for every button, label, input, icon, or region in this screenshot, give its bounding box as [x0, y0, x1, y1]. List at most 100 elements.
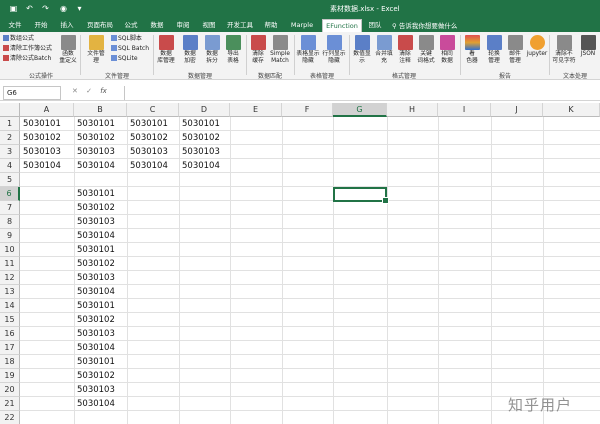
cell-a3[interactable]: 5030103 — [20, 145, 74, 159]
sql-batch-button[interactable]: SQL Batch — [111, 45, 149, 53]
selected-cell-g6[interactable] — [333, 187, 389, 204]
column-header-i[interactable]: I — [438, 103, 491, 117]
simple-match-button[interactable]: Simple Match — [266, 35, 294, 65]
row-header-8[interactable]: 8 — [0, 215, 20, 229]
cell-b3[interactable]: 5030103 — [74, 145, 127, 159]
row-header-13[interactable]: 13 — [0, 285, 20, 299]
cell-d1[interactable]: 5030101 — [179, 117, 230, 131]
redo-icon[interactable]: ↷ — [40, 3, 51, 14]
cell-d4[interactable]: 5030104 — [179, 159, 230, 173]
insert-function-icon[interactable]: fx — [100, 87, 107, 95]
cell-b2[interactable]: 5030102 — [74, 131, 127, 145]
cell-b14[interactable]: 5030101 — [74, 299, 127, 313]
cell-b15[interactable]: 5030102 — [74, 313, 127, 327]
cell-b13[interactable]: 5030104 — [74, 285, 127, 299]
row-header-14[interactable]: 14 — [0, 299, 20, 313]
tab-developer[interactable]: 开发工具 — [224, 19, 256, 32]
row-header-17[interactable]: 17 — [0, 341, 20, 355]
cell-d2[interactable]: 5030102 — [179, 131, 230, 145]
tab-formulas[interactable]: 公式 — [120, 19, 142, 32]
cell-b11[interactable]: 5030102 — [74, 257, 127, 271]
cell-b1[interactable]: 5030101 — [74, 117, 127, 131]
undo-icon[interactable]: ↶ — [24, 3, 35, 14]
tab-insert[interactable]: 插入 — [56, 19, 78, 32]
customize-icon[interactable]: ▾ — [74, 3, 85, 14]
cell-b10[interactable]: 5030101 — [74, 243, 127, 257]
cell-b9[interactable]: 5030104 — [74, 229, 127, 243]
row-header-22[interactable]: 22 — [0, 411, 20, 424]
cell-c3[interactable]: 5030103 — [127, 145, 179, 159]
select-all-corner[interactable] — [0, 103, 20, 117]
tab-home[interactable]: 开始 — [30, 19, 52, 32]
cell-c1[interactable]: 5030101 — [127, 117, 179, 131]
cell-d3[interactable]: 5030103 — [179, 145, 230, 159]
tab-page-layout[interactable]: 页面布局 — [84, 19, 116, 32]
data-encrypt-button[interactable]: 数据 加密 — [178, 35, 202, 65]
tab-efunction[interactable]: EFunction — [322, 19, 362, 32]
worksheet-grid[interactable]: A B C D E F G H I J K 1 2 3 4 5 6 7 8 9 10 11 12 13 1… — [0, 103, 600, 424]
camera-icon[interactable]: ◉ — [58, 3, 69, 14]
column-header-h[interactable]: H — [387, 103, 438, 117]
name-box[interactable]: G6 — [3, 86, 61, 100]
cell-b7[interactable]: 5030102 — [74, 201, 127, 215]
tell-me-search[interactable]: ⚲ 告诉我你想要做什么 — [392, 20, 457, 30]
cell-b18[interactable]: 5030101 — [74, 355, 127, 369]
row-header-12[interactable]: 12 — [0, 271, 20, 285]
sql-script-button[interactable]: SQL脚本 — [111, 35, 142, 43]
json-button[interactable]: JSON — [576, 35, 600, 58]
table-show-hide-button[interactable]: 表格显示 隐藏 — [294, 35, 322, 65]
cell-b12[interactable]: 5030103 — [74, 271, 127, 285]
tab-marple[interactable]: Marple — [287, 19, 317, 32]
row-header-3[interactable]: 3 — [0, 145, 20, 159]
array-formula-button[interactable]: 数组公式 — [3, 35, 34, 43]
row-header-1[interactable]: 1 — [0, 117, 20, 131]
tab-team[interactable]: 团队 — [366, 19, 384, 32]
row-header-7[interactable]: 7 — [0, 201, 20, 215]
color-picker-button[interactable]: 看色器 — [460, 35, 484, 65]
tab-file[interactable]: 文件 — [4, 19, 26, 32]
sqlite-button[interactable]: SQLite — [111, 55, 138, 63]
column-header-e[interactable]: E — [230, 103, 282, 117]
row-header-9[interactable]: 9 — [0, 229, 20, 243]
tab-data[interactable]: 数据 — [146, 19, 168, 32]
column-header-j[interactable]: J — [491, 103, 543, 117]
enter-icon[interactable]: ✓ — [86, 87, 92, 95]
row-header-2[interactable]: 2 — [0, 131, 20, 145]
row-header-6[interactable]: 6 — [0, 187, 20, 201]
cell-b6[interactable]: 5030101 — [74, 187, 127, 201]
column-header-b[interactable]: B — [74, 103, 127, 117]
database-mgmt-button[interactable]: 数据 库管理 — [154, 35, 178, 65]
row-header-20[interactable]: 20 — [0, 383, 20, 397]
row-header-10[interactable]: 10 — [0, 243, 20, 257]
clear-invisible-chars-button[interactable]: 清除不 可见字符 — [550, 35, 578, 65]
column-header-f[interactable]: F — [282, 103, 333, 117]
column-header-d[interactable]: D — [179, 103, 230, 117]
function-redefine-button[interactable]: 函数 重定义 — [56, 35, 80, 65]
number-display-button[interactable]: 数值显示 — [350, 35, 374, 65]
tab-view[interactable]: 视图 — [198, 19, 220, 32]
cell-a1[interactable]: 5030101 — [20, 117, 74, 131]
cell-b21[interactable]: 5030104 — [74, 397, 127, 411]
row-header-11[interactable]: 11 — [0, 257, 20, 271]
jupyter-button[interactable]: jupyter — [524, 35, 550, 58]
column-header-g[interactable]: G — [333, 103, 387, 117]
tab-help[interactable]: 帮助 — [260, 19, 282, 32]
same-data-button[interactable]: 相同 数据 — [435, 35, 459, 65]
cell-b8[interactable]: 5030103 — [74, 215, 127, 229]
cell-c4[interactable]: 5030104 — [127, 159, 179, 173]
clear-workbook-formula-button[interactable]: 清除工作簿公式 — [3, 45, 52, 53]
formula-input[interactable] — [124, 86, 598, 100]
column-header-c[interactable]: C — [127, 103, 179, 117]
row-header-4[interactable]: 4 — [0, 159, 20, 173]
row-header-5[interactable]: 5 — [0, 173, 20, 187]
export-table-button[interactable]: 导出 表格 — [221, 35, 245, 65]
column-header-k[interactable]: K — [543, 103, 600, 117]
cell-b16[interactable]: 5030103 — [74, 327, 127, 341]
row-header-19[interactable]: 19 — [0, 369, 20, 383]
cell-b20[interactable]: 5030103 — [74, 383, 127, 397]
column-header-a[interactable]: A — [20, 103, 74, 117]
row-header-18[interactable]: 18 — [0, 355, 20, 369]
cell-b17[interactable]: 5030104 — [74, 341, 127, 355]
row-header-21[interactable]: 21 — [0, 397, 20, 411]
cell-b19[interactable]: 5030102 — [74, 369, 127, 383]
